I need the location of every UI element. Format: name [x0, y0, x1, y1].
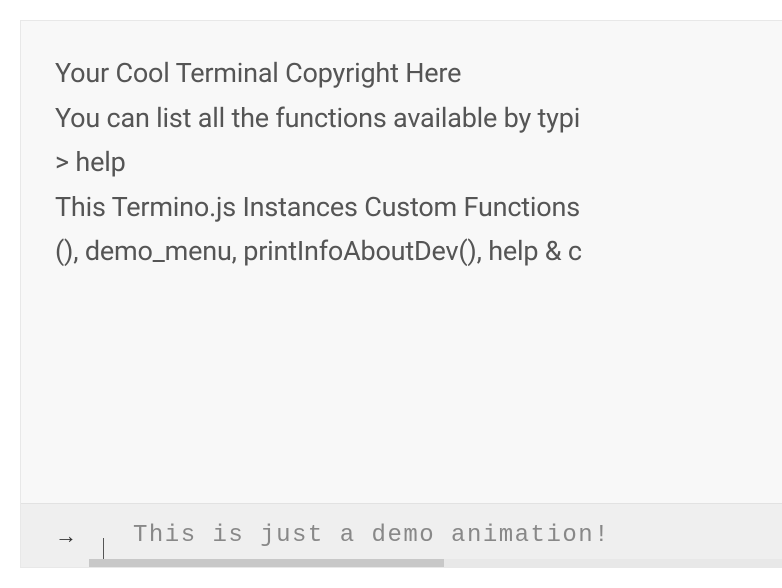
- scrollbar-horizontal[interactable]: [89, 559, 782, 567]
- terminal-input[interactable]: [133, 522, 779, 549]
- terminal-container: Your Cool Terminal Copyright Here You ca…: [20, 20, 782, 568]
- terminal-input-area[interactable]: →: [21, 503, 782, 567]
- scrollbar-thumb[interactable]: [89, 559, 444, 567]
- terminal-output: Your Cool Terminal Copyright Here You ca…: [21, 21, 782, 503]
- terminal-line: This Termino.js Instances Custom Functio…: [55, 185, 769, 230]
- terminal-line: > help: [55, 140, 769, 185]
- arrow-right-icon: →: [55, 523, 77, 549]
- terminal-line: Your Cool Terminal Copyright Here: [55, 51, 769, 96]
- terminal-line: You can list all the functions available…: [55, 96, 769, 141]
- terminal-line: (), demo_menu, printInfoAboutDev(), help…: [55, 229, 769, 274]
